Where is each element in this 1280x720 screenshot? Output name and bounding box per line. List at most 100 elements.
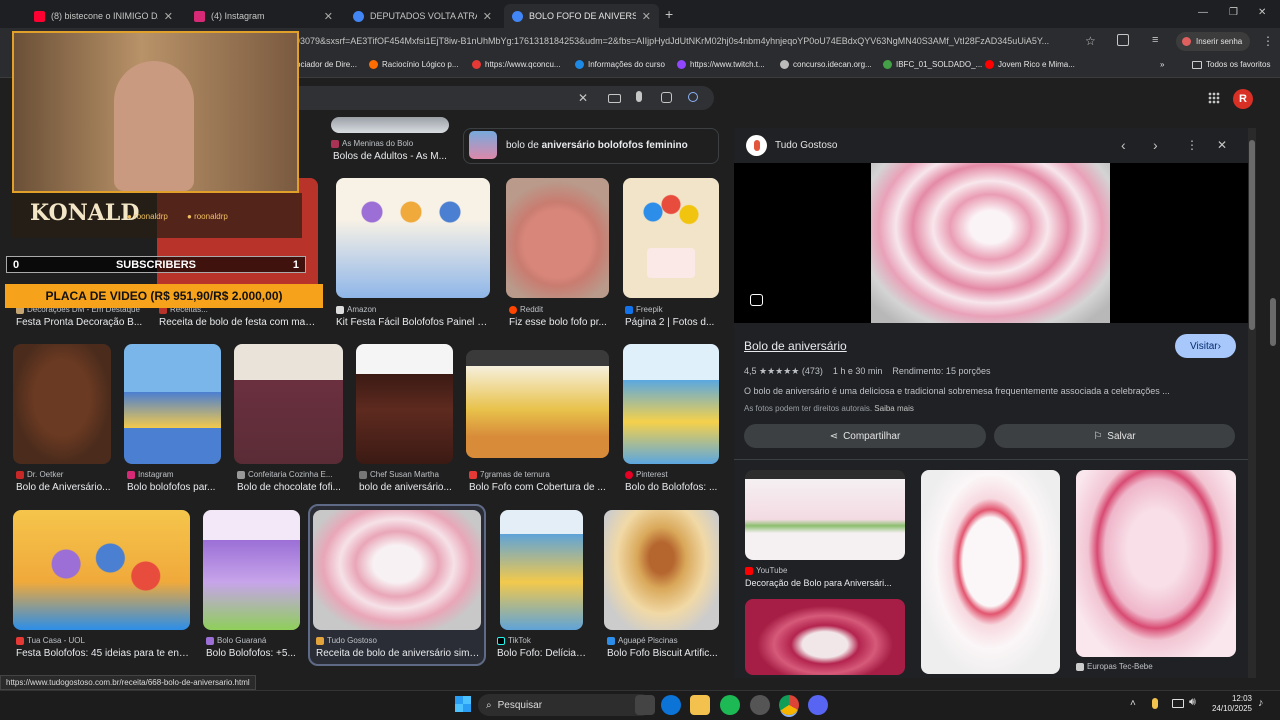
tray-overflow-icon[interactable]: ˄ [1130, 698, 1136, 709]
close-tab-icon[interactable]: ✕ [483, 10, 492, 23]
image-thumbnail[interactable] [203, 510, 300, 630]
task-view-icon[interactable] [635, 695, 655, 715]
tab-bolo-fofo[interactable]: BOLO FOFO DE ANIVERSÁRIO✕ [504, 4, 659, 28]
maximize-button[interactable]: ❐ [1229, 7, 1238, 18]
edge-icon[interactable] [661, 695, 681, 715]
microphone-icon[interactable] [1152, 698, 1158, 709]
result-caption[interactable]: Fiz esse bolo fofo pr... [509, 317, 609, 328]
tab-instagram[interactable]: (4) Instagram ✕ [186, 4, 341, 28]
bookmark-item[interactable]: ociador de Dire... [296, 60, 357, 69]
site-name[interactable]: Tudo Gostoso [775, 140, 837, 151]
image-thumbnail[interactable] [331, 117, 449, 133]
bookmark-item[interactable]: Jovem Rico e Mima... [985, 60, 1075, 69]
bookmark-item[interactable]: IBFC_01_SOLDADO_... [883, 60, 982, 69]
close-tab-icon[interactable]: ✕ [164, 10, 173, 23]
result-caption[interactable]: Bolos de Adultos - As M... [333, 151, 453, 162]
result-caption[interactable]: Bolo Fofo Biscuit Artific... [607, 648, 719, 659]
result-caption[interactable]: Bolo do Bolofofos: ... [625, 482, 719, 493]
close-panel-button[interactable]: ✕ [1217, 138, 1227, 152]
address-bar[interactable]: 293079&sxsrf=AE3TifOF454Mxfsi1EjT8iw-B1n… [290, 32, 1080, 52]
page-scrollbar-thumb[interactable] [1270, 298, 1276, 346]
result-caption[interactable]: Festa Bolofofos: 45 ideias para te enc..… [16, 648, 190, 659]
image-thumbnail[interactable] [623, 344, 719, 464]
result-caption[interactable]: Página 2 | Fotos d... [625, 317, 719, 328]
bookmark-star-icon[interactable]: ☆ [1085, 34, 1096, 48]
panel-scrollbar-thumb[interactable] [1249, 140, 1255, 330]
minimize-button[interactable]: — [1198, 7, 1208, 18]
volume-icon[interactable]: 🔊︎ [1189, 696, 1196, 709]
discord-icon[interactable] [808, 695, 828, 715]
bookmark-item[interactable]: https://www.qconcu... [472, 60, 561, 69]
result-caption[interactable]: Bolo de Aniversário... [16, 482, 114, 493]
close-window-button[interactable]: ✕ [1258, 7, 1266, 18]
image-thumbnail[interactable] [313, 510, 481, 630]
visit-button[interactable]: Visitar › [1175, 334, 1236, 358]
spotify-icon[interactable] [720, 695, 740, 715]
next-image-button[interactable]: › [1153, 137, 1158, 153]
result-caption[interactable]: Kit Festa Fácil Bolofofos Painel B... [336, 317, 491, 328]
more-options-icon[interactable]: ⋮ [1186, 138, 1198, 152]
image-thumbnail[interactable] [466, 350, 609, 458]
result-caption[interactable]: Receita de bolo de festa com mas... [159, 317, 317, 328]
result-caption[interactable]: Decoração de Bolo para Aniversári... [745, 578, 905, 588]
account-avatar[interactable]: R [1233, 89, 1253, 109]
notification-bell-icon[interactable]: ♪ [1258, 697, 1264, 709]
menu-dots-icon[interactable]: ⋮ [1262, 34, 1274, 48]
search-input[interactable] [280, 86, 714, 110]
network-icon[interactable] [1172, 699, 1184, 708]
related-image-thumbnail[interactable] [1076, 470, 1236, 657]
result-title-link[interactable]: Bolo de aniversário [744, 339, 847, 353]
microphone-icon[interactable] [636, 91, 642, 102]
taskbar-search[interactable]: ⌕ Pesquisar [478, 694, 652, 716]
password-chip[interactable]: Inserir senha [1176, 32, 1250, 51]
result-caption[interactable]: Bolo bolofofos par... [127, 482, 223, 493]
image-thumbnail[interactable] [500, 510, 583, 630]
result-caption[interactable]: Receita de bolo de aniversário simp... [316, 648, 480, 659]
lens-search-icon[interactable] [750, 294, 763, 306]
previous-image-button[interactable]: ‹ [1121, 137, 1126, 153]
search-icon[interactable] [688, 92, 698, 102]
result-caption[interactable]: bolo de aniversário... [359, 482, 455, 493]
close-tab-icon[interactable]: ✕ [642, 10, 651, 23]
related-image-thumbnail[interactable] [745, 470, 905, 560]
share-button[interactable]: ⋖ Compartilhar [744, 424, 986, 448]
all-bookmarks[interactable]: Todos os favoritos [1192, 60, 1270, 69]
bookmark-item[interactable]: concurso.idecan.org... [780, 60, 872, 69]
clear-search-icon[interactable]: ✕ [578, 91, 588, 105]
bookmark-item[interactable]: Informações do curso [575, 60, 665, 69]
lens-icon[interactable] [661, 92, 672, 103]
preview-image[interactable] [871, 163, 1110, 323]
related-image-thumbnail[interactable] [921, 470, 1060, 674]
learn-more-link[interactable]: Saiba mais [874, 404, 914, 413]
image-thumbnail[interactable] [234, 344, 343, 464]
image-thumbnail[interactable] [124, 344, 221, 464]
bookmark-item[interactable]: https://www.twitch.t... [677, 60, 765, 69]
image-thumbnail[interactable] [604, 510, 719, 630]
clock[interactable]: 12:03 24/10/2025 [1206, 694, 1252, 714]
apps-grid-icon[interactable] [1208, 92, 1220, 104]
image-thumbnail[interactable] [336, 178, 490, 298]
image-thumbnail[interactable] [13, 510, 190, 630]
reading-list-icon[interactable]: ≡ [1152, 34, 1158, 46]
file-explorer-icon[interactable] [690, 695, 710, 715]
related-image-thumbnail[interactable] [745, 599, 905, 675]
save-button[interactable]: ⚐ Salvar [994, 424, 1235, 448]
image-thumbnail[interactable] [623, 178, 719, 298]
tab-youtube[interactable]: (8) bistecone o INIMIGO DA TIN✕ [26, 4, 181, 28]
image-thumbnail[interactable] [13, 344, 111, 464]
extensions-icon[interactable] [1117, 34, 1129, 46]
image-thumbnail[interactable] [506, 178, 609, 298]
tab-deputados[interactable]: DEPUTADOS VOLTA ATRAS CN✕ [345, 4, 500, 28]
result-caption[interactable]: Festa Pronta Decoração B... [16, 317, 143, 328]
result-caption[interactable]: Bolo Fofo com Cobertura de ... [469, 482, 607, 493]
more-bookmarks-icon[interactable]: » [1160, 60, 1164, 69]
bookmark-item[interactable]: Raciocínio Lógico p... [369, 60, 459, 69]
result-caption[interactable]: Bolo Fofo: Delícias... [497, 648, 588, 659]
windows-start-icon[interactable] [455, 696, 471, 712]
keyboard-icon[interactable] [608, 94, 621, 103]
app-icon[interactable] [750, 695, 770, 715]
result-caption[interactable]: Bolo Bolofofos: +5... [206, 648, 300, 659]
close-tab-icon[interactable]: ✕ [324, 10, 333, 23]
chrome-icon[interactable] [779, 695, 799, 715]
new-tab-button[interactable]: + [665, 6, 673, 22]
